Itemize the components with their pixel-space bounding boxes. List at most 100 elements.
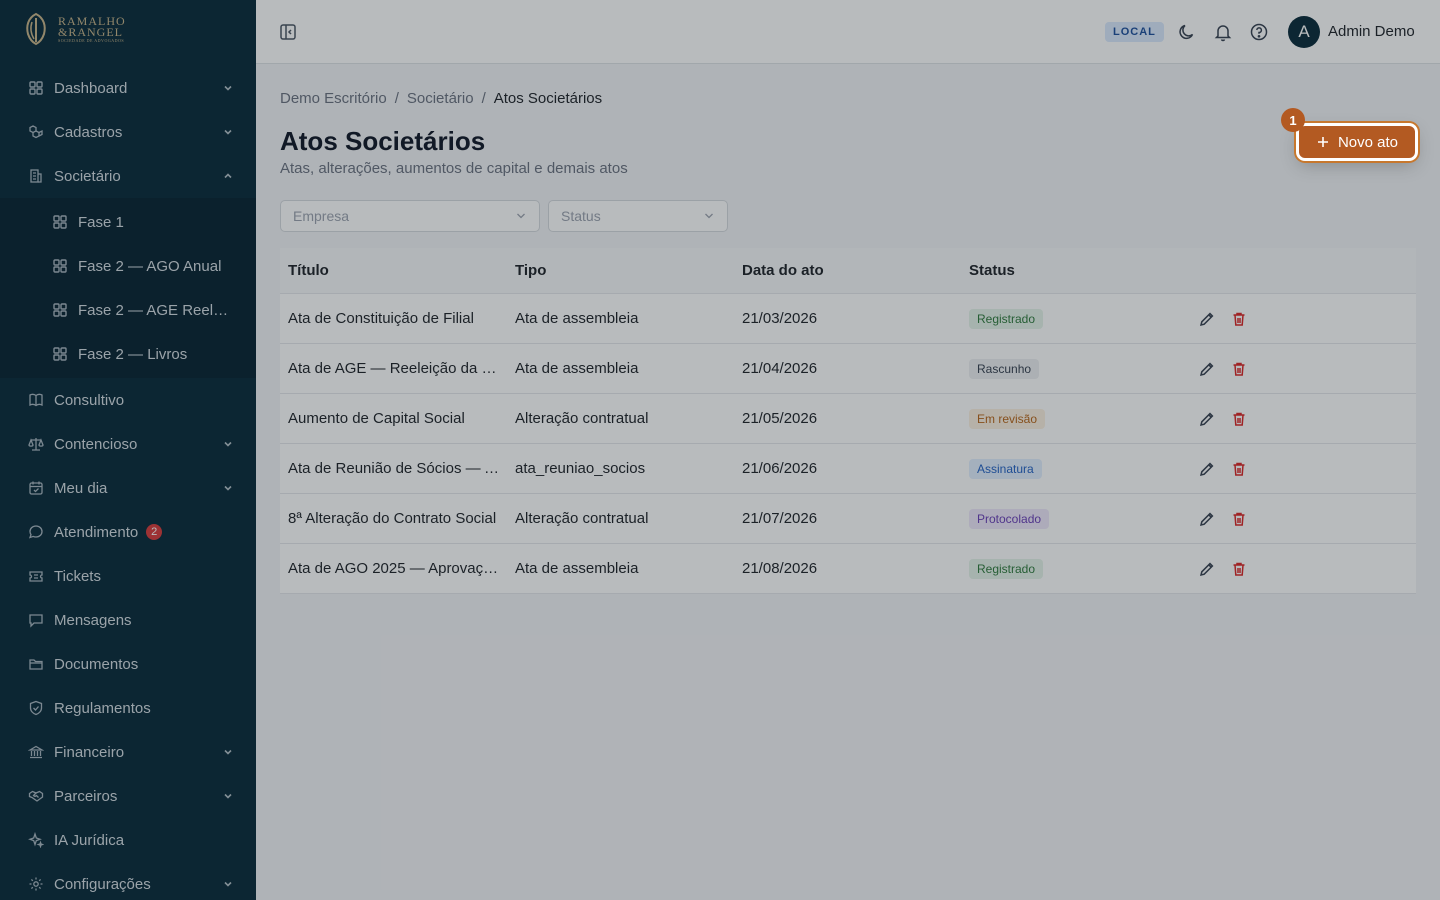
table-row[interactable]: Ata de AGO 2025 — Aprovação de Contas Ata… <box>280 544 1416 594</box>
atos-table: Título Tipo Data do ato Status Ata de Co… <box>280 248 1416 594</box>
status-badge: Registrado <box>969 308 1044 329</box>
breadcrumb-current: Atos Societários <box>493 90 603 107</box>
cell-actions <box>1188 360 1416 378</box>
edit-pencil-icon[interactable] <box>1198 410 1216 428</box>
sidebar-item-label: Dashboard <box>54 79 128 97</box>
column-header-titulo[interactable]: Título <box>280 262 507 279</box>
help-icon[interactable] <box>1249 22 1269 42</box>
building-icon <box>30 169 42 183</box>
delete-trash-icon[interactable] <box>1230 310 1248 328</box>
edit-pencil-icon[interactable] <box>1198 360 1216 378</box>
status-badge: Em revisão <box>969 408 1046 429</box>
chat-bubble-icon <box>28 525 43 539</box>
sidebar-nav: Dashboard Cadastros Societário Fase 1 Fa… <box>0 66 256 900</box>
delete-trash-icon[interactable] <box>1230 510 1248 528</box>
status-badge: Assinatura <box>969 458 1042 479</box>
sidebar-item-documentos[interactable]: Documentos <box>0 642 256 686</box>
sidebar-item-meu-dia[interactable]: Meu dia <box>0 466 256 510</box>
sidebar-item-regulamentos[interactable]: Regulamentos <box>0 686 256 730</box>
edit-pencil-icon[interactable] <box>1198 560 1216 578</box>
sidebar-item-configuracoes[interactable]: Configurações <box>0 862 256 900</box>
cell-actions <box>1188 310 1416 328</box>
new-ato-button[interactable]: Novo ato <box>1299 126 1415 158</box>
cell-status: Registrado <box>961 558 1188 579</box>
sidebar-subitem-fase-2-ago[interactable]: Fase 2 — AGO Anual <box>0 244 256 288</box>
boxes-icon <box>29 125 43 139</box>
sidebar-subitem-label: Fase 2 — Livros <box>78 345 188 363</box>
status-select[interactable]: Status <box>548 200 728 232</box>
delete-trash-icon[interactable] <box>1230 410 1248 428</box>
sidebar-item-mensagens[interactable]: Mensagens <box>0 598 256 642</box>
sidebar-item-label: IA Jurídica <box>54 831 125 849</box>
edit-pencil-icon[interactable] <box>1198 460 1216 478</box>
sidebar-toggle-icon[interactable] <box>278 22 298 42</box>
new-ato-button-label: Novo ato <box>1337 133 1399 151</box>
page-subtitle: Atas, alterações, aumentos de capital e … <box>280 160 628 177</box>
table-row[interactable]: Aumento de Capital Social Alteração contr… <box>280 394 1416 444</box>
grid-icon <box>53 303 67 317</box>
empresa-select[interactable]: Empresa <box>280 200 540 232</box>
edit-pencil-icon[interactable] <box>1198 310 1216 328</box>
sidebar-item-cadastros[interactable]: Cadastros <box>0 110 256 154</box>
column-header-status[interactable]: Status <box>961 262 1188 279</box>
breadcrumb-item[interactable]: Demo Escritório <box>280 90 387 107</box>
delete-trash-icon[interactable] <box>1230 560 1248 578</box>
chevron-down-icon <box>224 85 232 91</box>
sidebar-subitem-label: Fase 2 — AGO Anual <box>78 257 222 275</box>
column-header-data[interactable]: Data do ato <box>734 262 961 279</box>
chevron-up-icon <box>224 173 232 179</box>
table-row[interactable]: Ata de Constituição de Filial Ata de asse… <box>280 294 1416 344</box>
grid-icon <box>53 215 67 229</box>
table-body: Ata de Constituição de Filial Ata de asse… <box>280 294 1416 594</box>
sidebar-item-label: Regulamentos <box>54 699 151 717</box>
tour-step-badge: 1 <box>1281 108 1305 132</box>
cell-status: Registrado <box>961 308 1188 329</box>
edit-pencil-icon[interactable] <box>1198 510 1216 528</box>
sidebar-item-tickets[interactable]: Tickets <box>0 554 256 598</box>
bell-icon[interactable] <box>1213 22 1233 42</box>
breadcrumb-item[interactable]: Societário <box>407 90 474 107</box>
sidebar-subitem-fase-1[interactable]: Fase 1 <box>0 200 256 244</box>
environment-badge: LOCAL <box>1105 22 1164 42</box>
moon-icon[interactable] <box>1177 22 1197 42</box>
table-row[interactable]: Ata de AGE — Reeleição da Diretoria Ata d… <box>280 344 1416 394</box>
topbar: LOCAL A Admin Demo <box>256 0 1440 64</box>
status-select-placeholder: Status <box>561 208 601 224</box>
sidebar-item-label: Meu dia <box>54 479 108 497</box>
brand-text: RAMALHO &RANGEL SOCIEDADE DE ADVOGADOS <box>58 15 126 43</box>
user-name[interactable]: Admin Demo <box>1328 23 1415 40</box>
sidebar-item-ia-juridica[interactable]: IA Jurídica <box>0 818 256 862</box>
table-row[interactable]: 8ª Alteração do Contrato Social Alteração… <box>280 494 1416 544</box>
message-icon <box>29 614 43 628</box>
avatar[interactable]: A <box>1288 16 1320 48</box>
sidebar-item-label: Documentos <box>54 655 139 673</box>
brand-logo[interactable]: RAMALHO &RANGEL SOCIEDADE DE ADVOGADOS <box>22 12 126 46</box>
grid-icon <box>53 347 67 361</box>
sidebar-subitem-fase-2-age[interactable]: Fase 2 — AGE Reeleição <box>0 288 256 332</box>
cell-titulo: Ata de AGO 2025 — Aprovação de Contas <box>288 560 507 577</box>
cell-data: 21/03/2026 <box>742 310 818 327</box>
sidebar-item-label: Cadastros <box>54 123 123 141</box>
sidebar-item-atendimento[interactable]: Atendimento 2 <box>0 510 256 554</box>
table-row[interactable]: Ata de Reunião de Sócios — Aprovação ata_… <box>280 444 1416 494</box>
sidebar-item-consultivo[interactable]: Consultivo <box>0 378 256 422</box>
sidebar-item-financeiro[interactable]: Financeiro <box>0 730 256 774</box>
sidebar-item-societario[interactable]: Societário <box>0 154 256 198</box>
cell-status: Protocolado <box>961 508 1188 529</box>
sidebar-item-contencioso[interactable]: Contencioso <box>0 422 256 466</box>
delete-trash-icon[interactable] <box>1230 360 1248 378</box>
sidebar-item-parceiros[interactable]: Parceiros <box>0 774 256 818</box>
cell-titulo: 8ª Alteração do Contrato Social <box>288 510 497 527</box>
book-icon <box>29 393 43 407</box>
chevron-down-icon <box>224 485 232 491</box>
cell-data: 21/05/2026 <box>742 410 818 427</box>
status-badge: Rascunho <box>969 358 1040 379</box>
notification-badge: 2 <box>146 524 163 540</box>
sidebar-subitem-label: Fase 1 <box>78 213 124 231</box>
sidebar-subitem-fase-2-livros[interactable]: Fase 2 — Livros <box>0 332 256 376</box>
sidebar-item-dashboard[interactable]: Dashboard <box>0 66 256 110</box>
delete-trash-icon[interactable] <box>1230 460 1248 478</box>
column-header-tipo[interactable]: Tipo <box>507 262 734 279</box>
cell-status: Assinatura <box>961 458 1188 479</box>
folder-icon <box>29 659 43 670</box>
